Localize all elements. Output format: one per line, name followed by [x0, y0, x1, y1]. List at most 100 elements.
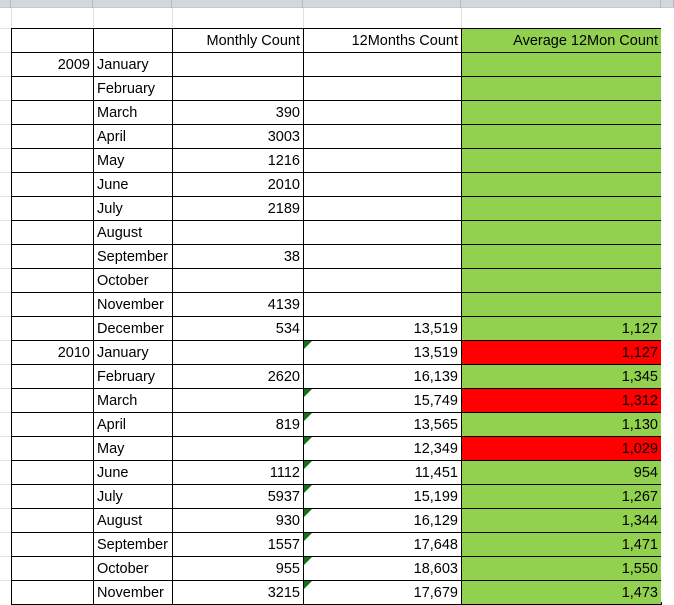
- cell-average-12mon-count[interactable]: [461, 196, 662, 221]
- cell-year[interactable]: [11, 412, 94, 437]
- cell-month[interactable]: October: [93, 268, 173, 293]
- cell-year[interactable]: [11, 388, 94, 413]
- cell-month[interactable]: March: [93, 388, 173, 413]
- cell-year[interactable]: [11, 268, 94, 293]
- cell-average-12mon-count[interactable]: 1,473: [461, 580, 662, 605]
- table-row[interactable]: August 930 16,129 1,344: [11, 508, 662, 533]
- cell-12months-count[interactable]: 13,565: [303, 412, 462, 437]
- cell-12months-count[interactable]: 17,648: [303, 532, 462, 557]
- cell-average-12mon-count[interactable]: 1,550: [461, 556, 662, 581]
- cell-monthly-count[interactable]: [172, 340, 304, 365]
- table-row[interactable]: October 955 18,603 1,550: [11, 556, 662, 581]
- cell-year[interactable]: [11, 196, 94, 221]
- header-cell-monthly-count[interactable]: Monthly Count: [172, 28, 304, 53]
- cell-monthly-count[interactable]: [172, 52, 304, 77]
- cell-month[interactable]: January: [93, 52, 173, 77]
- cell-12months-count[interactable]: [303, 124, 462, 149]
- cell-monthly-count[interactable]: 930: [172, 508, 304, 533]
- cell-12months-count[interactable]: [303, 220, 462, 245]
- cell-average-12mon-count[interactable]: 1,345: [461, 364, 662, 389]
- cell-month[interactable]: June: [93, 460, 173, 485]
- cell-average-12mon-count[interactable]: [461, 292, 662, 317]
- table-row[interactable]: November 3215 17,679 1,473: [11, 580, 662, 605]
- table-row[interactable]: August: [11, 220, 662, 245]
- cell-month[interactable]: April: [93, 124, 173, 149]
- cell-monthly-count[interactable]: 2010: [172, 172, 304, 197]
- cell-year[interactable]: 2009: [11, 52, 94, 77]
- cell-year[interactable]: [11, 508, 94, 533]
- header-cell-year[interactable]: [11, 28, 94, 53]
- cell-12months-count[interactable]: 16,139: [303, 364, 462, 389]
- column-header-cell[interactable]: [303, 0, 461, 8]
- cell-12months-count[interactable]: 17,679: [303, 580, 462, 605]
- cell-year[interactable]: [11, 148, 94, 173]
- cell-month[interactable]: November: [93, 292, 173, 317]
- cell-monthly-count[interactable]: 5937: [172, 484, 304, 509]
- cell-monthly-count[interactable]: 3003: [172, 124, 304, 149]
- data-table[interactable]: Monthly Count 12Months Count Average 12Mon…: [11, 28, 662, 605]
- cell-average-12mon-count[interactable]: [461, 76, 662, 101]
- cell-month[interactable]: September: [93, 532, 173, 557]
- column-header-cell[interactable]: [0, 0, 11, 8]
- cell-12months-count[interactable]: [303, 148, 462, 173]
- cell-month[interactable]: March: [93, 100, 173, 125]
- cell-average-12mon-count[interactable]: [461, 244, 662, 269]
- cell-12months-count[interactable]: [303, 244, 462, 269]
- cell-12months-count[interactable]: [303, 268, 462, 293]
- cell-average-12mon-count[interactable]: 1,127: [461, 340, 662, 365]
- cell-monthly-count[interactable]: 2620: [172, 364, 304, 389]
- cell-month[interactable]: August: [93, 220, 173, 245]
- cell-year[interactable]: [11, 364, 94, 389]
- cell-month[interactable]: May: [93, 436, 173, 461]
- cell-average-12mon-count[interactable]: 1,127: [461, 316, 662, 341]
- table-row[interactable]: September 1557 17,648 1,471: [11, 532, 662, 557]
- cell-average-12mon-count[interactable]: 1,312: [461, 388, 662, 413]
- cell-average-12mon-count[interactable]: 1,130: [461, 412, 662, 437]
- column-header-band[interactable]: [0, 0, 674, 8]
- cell-12months-count[interactable]: [303, 76, 462, 101]
- cell-average-12mon-count[interactable]: [461, 124, 662, 149]
- table-row[interactable]: November 4139: [11, 292, 662, 317]
- cell-month[interactable]: October: [93, 556, 173, 581]
- table-row[interactable]: July 2189: [11, 196, 662, 221]
- cell-year[interactable]: [11, 580, 94, 605]
- column-header-cell[interactable]: [661, 0, 674, 8]
- spreadsheet-grid[interactable]: Monthly Count 12Months Count Average 12Mon…: [0, 0, 674, 605]
- header-cell-month[interactable]: [93, 28, 173, 53]
- cell-monthly-count[interactable]: 2189: [172, 196, 304, 221]
- cell-12months-count[interactable]: 11,451: [303, 460, 462, 485]
- cell-monthly-count[interactable]: [172, 388, 304, 413]
- cell-year[interactable]: [11, 220, 94, 245]
- cell-year[interactable]: [11, 172, 94, 197]
- cell-average-12mon-count[interactable]: 1,267: [461, 484, 662, 509]
- cell-monthly-count[interactable]: [172, 76, 304, 101]
- cell-12months-count[interactable]: [303, 172, 462, 197]
- cell-12months-count[interactable]: 13,519: [303, 340, 462, 365]
- header-cell-average-12mon-count[interactable]: Average 12Mon Count: [461, 28, 662, 53]
- table-row[interactable]: February 2620 16,139 1,345: [11, 364, 662, 389]
- cell-month[interactable]: July: [93, 196, 173, 221]
- table-row[interactable]: December 534 13,519 1,127: [11, 316, 662, 341]
- column-header-cell[interactable]: [461, 0, 661, 8]
- cell-month[interactable]: September: [93, 244, 173, 269]
- cell-monthly-count[interactable]: 534: [172, 316, 304, 341]
- cell-12months-count[interactable]: 15,749: [303, 388, 462, 413]
- cell-year[interactable]: [11, 460, 94, 485]
- cell-average-12mon-count[interactable]: 1,029: [461, 436, 662, 461]
- cell-12months-count[interactable]: 12,349: [303, 436, 462, 461]
- cell-year[interactable]: [11, 76, 94, 101]
- cell-year[interactable]: [11, 436, 94, 461]
- cell-average-12mon-count[interactable]: [461, 172, 662, 197]
- cell-monthly-count[interactable]: 1557: [172, 532, 304, 557]
- cell-monthly-count[interactable]: 819: [172, 412, 304, 437]
- cell-12months-count[interactable]: 18,603: [303, 556, 462, 581]
- cell-monthly-count[interactable]: 955: [172, 556, 304, 581]
- cell-year[interactable]: [11, 316, 94, 341]
- cell-monthly-count[interactable]: [172, 220, 304, 245]
- cell-monthly-count[interactable]: [172, 268, 304, 293]
- cell-year[interactable]: [11, 100, 94, 125]
- cell-average-12mon-count[interactable]: [461, 100, 662, 125]
- column-header-cell[interactable]: [172, 0, 303, 8]
- table-row[interactable]: March 390: [11, 100, 662, 125]
- cell-year[interactable]: [11, 556, 94, 581]
